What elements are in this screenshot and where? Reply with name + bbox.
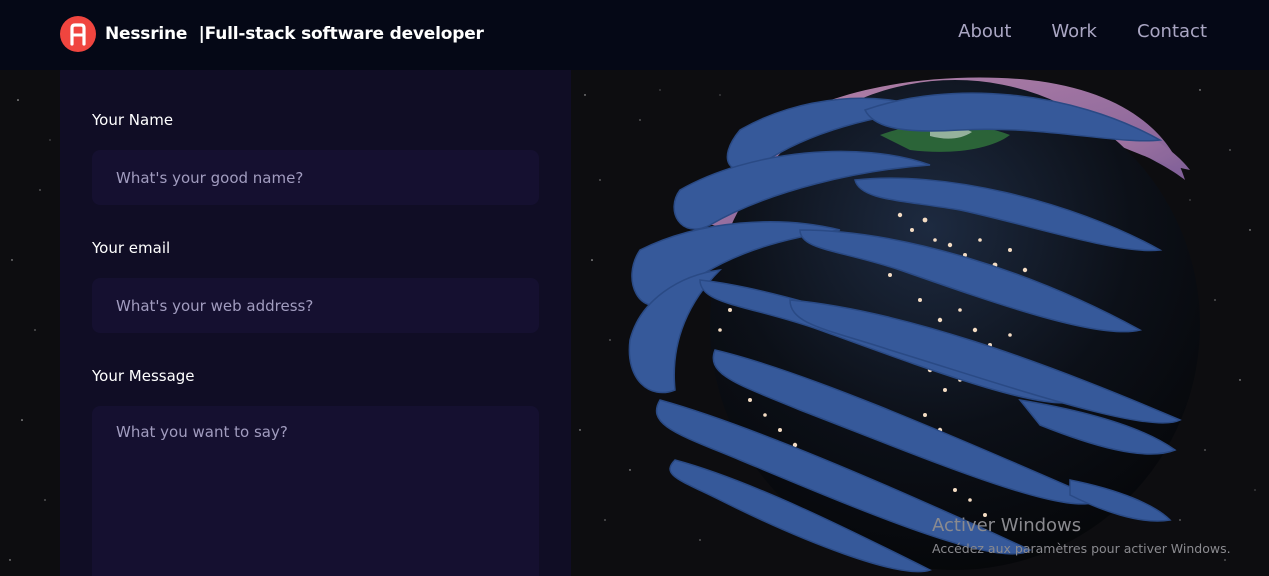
message-textarea[interactable] xyxy=(92,406,539,576)
nav-link-contact[interactable]: Contact xyxy=(1137,21,1207,42)
brand-home-link[interactable]: Nessrine |Full-stack software developer xyxy=(60,16,484,52)
brand-name: Nessrine |Full-stack software developer xyxy=(105,24,484,44)
message-label: Your Message xyxy=(92,367,195,385)
nav-links: About Work Contact xyxy=(958,21,1207,42)
navbar: Nessrine |Full-stack software developer … xyxy=(0,0,1269,70)
nav-link-about[interactable]: About xyxy=(958,21,1011,42)
windows-activation-subtitle: Accédez aux paramètres pour activer Wind… xyxy=(932,541,1231,556)
earth-globe-canvas[interactable] xyxy=(600,70,1269,576)
page: Nessrine |Full-stack software developer … xyxy=(0,0,1269,576)
contact-form-panel: Your Name Your email Your Message xyxy=(60,70,571,576)
windows-activation-title: Activer Windows xyxy=(932,515,1082,536)
email-label: Your email xyxy=(92,239,171,257)
brand-logo-icon xyxy=(60,16,96,52)
name-input[interactable] xyxy=(92,150,539,205)
name-label: Your Name xyxy=(92,111,174,129)
email-input[interactable] xyxy=(92,278,539,333)
nav-link-work[interactable]: Work xyxy=(1051,21,1097,42)
